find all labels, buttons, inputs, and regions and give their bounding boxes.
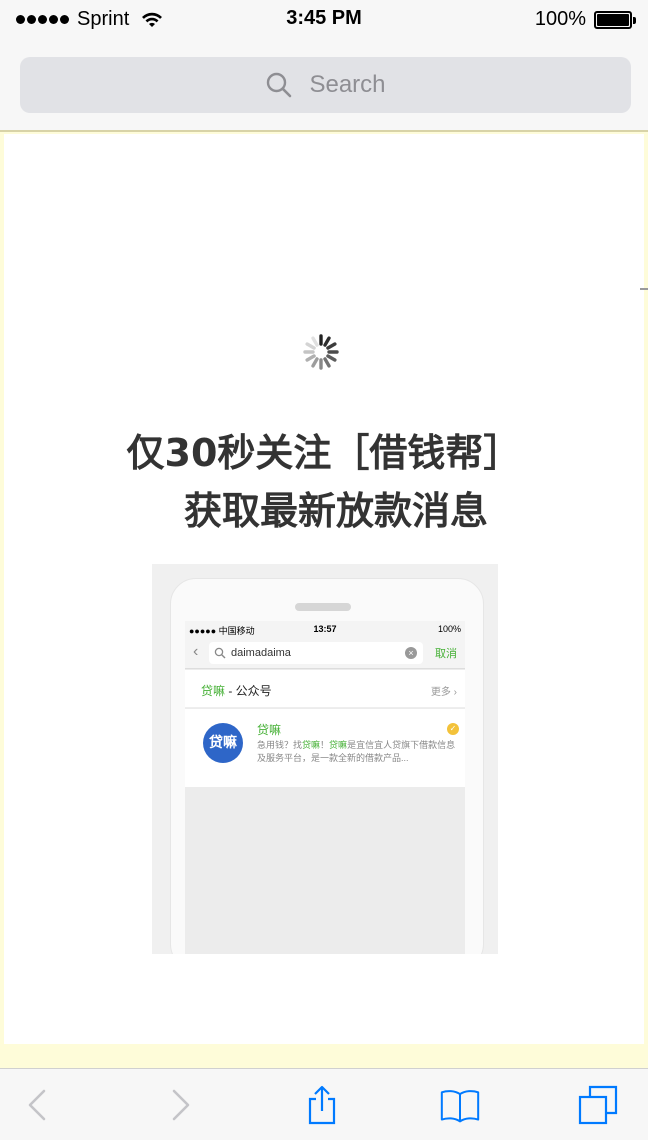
promo-image: ●●●●● 中国移动 13:57 100% ‹ daimadaima × 取消 … bbox=[152, 564, 498, 954]
share-button[interactable] bbox=[300, 1083, 344, 1127]
phone-search-bar: ‹ daimadaima × 取消 bbox=[185, 637, 465, 669]
search-icon bbox=[267, 72, 292, 98]
section-brand: 贷嘛 bbox=[201, 684, 226, 698]
headline-line-2: 获取最新放款消息 bbox=[183, 489, 488, 533]
headline-line-1: 仅30秒关注［借钱帮］ bbox=[126, 431, 522, 475]
search-input[interactable]: Search bbox=[20, 57, 631, 113]
back-button[interactable] bbox=[16, 1083, 60, 1127]
phone-time: 13:57 bbox=[313, 624, 337, 634]
back-icon bbox=[28, 1089, 46, 1121]
phone-screen: ●●●●● 中国移动 13:57 100% ‹ daimadaima × 取消 … bbox=[185, 621, 465, 954]
phone-search-field: daimadaima × bbox=[209, 642, 423, 664]
section-suffix: - 公众号 bbox=[225, 684, 272, 698]
desc-part: 急用钱？找 bbox=[257, 740, 303, 750]
chevron-left-icon: ‹ bbox=[193, 643, 199, 660]
forward-button[interactable] bbox=[158, 1083, 202, 1127]
bookmarks-icon bbox=[440, 1090, 480, 1123]
result-name: 贷嘛 bbox=[257, 723, 282, 737]
avatar: 贷嘛 bbox=[203, 723, 243, 763]
phone-section-header: 贷嘛 - 公众号 更多 › bbox=[185, 670, 465, 708]
phone-speaker bbox=[295, 603, 351, 611]
browser-header: Search bbox=[0, 40, 648, 132]
battery-percentage: 100% bbox=[534, 8, 586, 30]
phone-search-result: 贷嘛 贷嘛 急用钱？找贷嘛！贷嘛是宜信宜人贷旗下借款信息及服务平台，是一款全新的… bbox=[185, 709, 465, 787]
browser-toolbar bbox=[0, 1068, 648, 1140]
phone-cancel-label: 取消 bbox=[435, 648, 457, 660]
status-bar: Sprint 3:45 PM 100% bbox=[0, 0, 648, 40]
result-description: 急用钱？找贷嘛！贷嘛是宜信宜人贷旗下借款信息及服务平台，是一款全新的借款产品..… bbox=[257, 739, 457, 765]
search-icon bbox=[214, 647, 226, 659]
forward-icon bbox=[172, 1089, 190, 1121]
verified-icon: ✓ bbox=[447, 723, 459, 735]
desc-part: ！ bbox=[320, 740, 330, 750]
status-right: 100% bbox=[534, 8, 636, 31]
phone-mockup: ●●●●● 中国移动 13:57 100% ‹ daimadaima × 取消 … bbox=[170, 578, 484, 954]
phone-battery: 100% bbox=[437, 624, 461, 634]
tabs-icon bbox=[578, 1085, 618, 1125]
bookmarks-button[interactable] bbox=[438, 1083, 482, 1127]
tabs-button[interactable] bbox=[576, 1083, 620, 1127]
search-placeholder: Search bbox=[309, 71, 386, 98]
scroll-indicator bbox=[640, 288, 648, 290]
battery-icon bbox=[594, 10, 636, 29]
phone-more-label: 更多 › bbox=[430, 687, 457, 698]
phone-status-bar: ●●●●● 中国移动 13:57 100% bbox=[185, 621, 465, 637]
clear-icon: × bbox=[405, 647, 417, 659]
phone-search-query: daimadaima bbox=[231, 647, 291, 659]
desc-brand: 贷嘛 bbox=[302, 740, 321, 750]
share-icon bbox=[308, 1085, 336, 1125]
loading-spinner-icon bbox=[303, 334, 339, 370]
desc-brand: 贷嘛 bbox=[329, 740, 348, 750]
phone-section-title: 贷嘛 - 公众号 bbox=[201, 682, 272, 699]
